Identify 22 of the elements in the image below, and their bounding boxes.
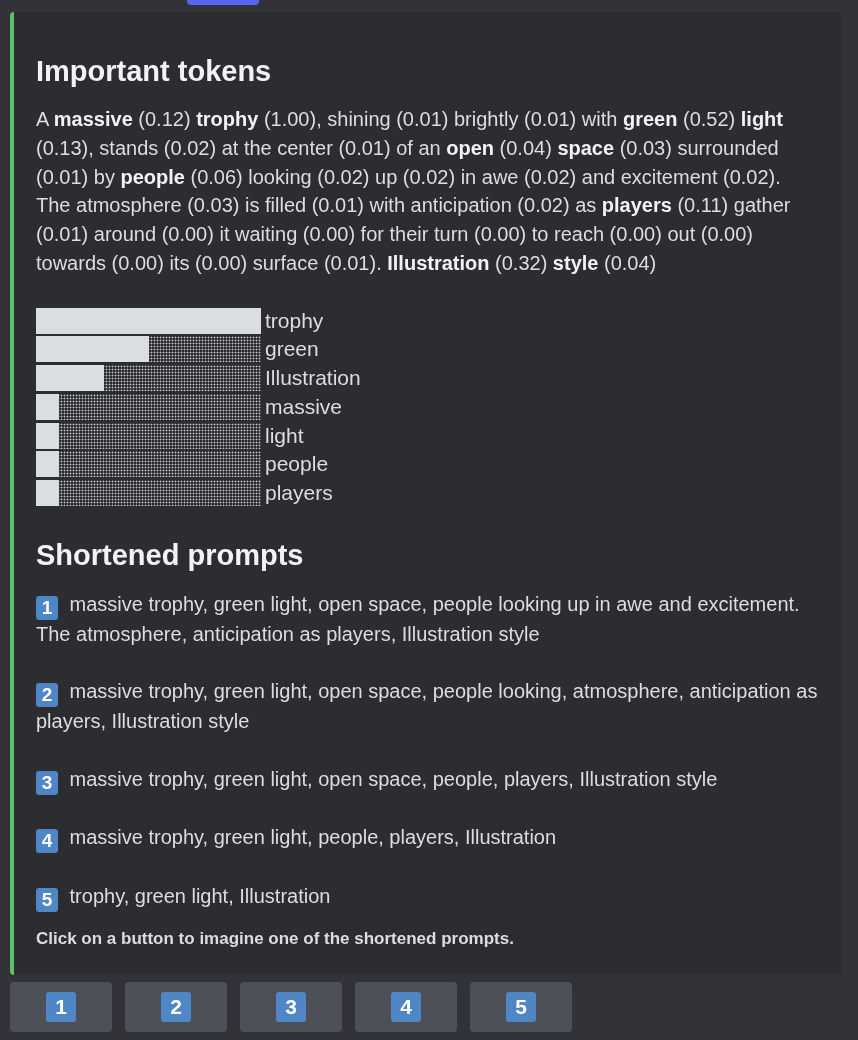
prompt-number-button[interactable]: 2 <box>125 982 227 1033</box>
shortened-prompt: 4 massive trophy, green light, people, players, Illustration <box>36 823 820 854</box>
shortened-prompt: 5 trophy, green light, Illustration <box>36 882 820 913</box>
mention-highlight <box>187 0 259 5</box>
token-label: people <box>265 451 329 478</box>
shortened-prompt: 2 massive trophy, green light, open space, people looking, atmosphere, anticipation as players, Illustration style <box>36 679 819 735</box>
token-label: light <box>265 422 304 449</box>
token-label: massive <box>265 393 343 420</box>
token-label: trophy <box>265 307 324 334</box>
prompt-number-button[interactable]: 3 <box>240 982 342 1033</box>
prompt-number-button[interactable]: 4 <box>355 982 457 1033</box>
token-label: players <box>265 479 333 506</box>
shortened-prompt: 1 massive trophy, green light, open space, people looking up in awe and excitement. The atmosphere, anticipation as players, Illustration style <box>36 591 801 647</box>
token-weights-paragraph: A massive (0.12) trophy (1.00), shining (0.01) brightly (0.01) with green (0.52) light (0.13), stands (0.02) at the center (0.01) of an open (0.04) space (0.03) surrounded (0.01) by people (0.06) looking (0.02) up (0.02) in awe (0.02) and excitement (0.02). The atmosphere (0.03) is filled (0.01) with anticipation (0.02) as players (0.11) gather (0.01) around (0.00) it waiting (0.00) for their turn (0.00) to reach (0.00) out (0.00) towards (0.00) its (0.00) surface (0.01). Illustration (0.32) style (0.04) <box>36 107 792 276</box>
section-heading: Shortened prompts <box>36 537 305 573</box>
section-heading: Important tokens <box>36 54 273 89</box>
hint-text: Click on a button to imagine one of the shortened prompts. <box>36 928 515 951</box>
token-label: green <box>265 336 319 363</box>
prompt-number-button[interactable]: 5 <box>470 982 572 1033</box>
shortened-prompt: 3 massive trophy, green light, open space, people, players, Illustration style <box>36 764 820 795</box>
token-label: Illustration <box>265 365 361 392</box>
prompt-number-button[interactable]: 1 <box>10 982 112 1033</box>
